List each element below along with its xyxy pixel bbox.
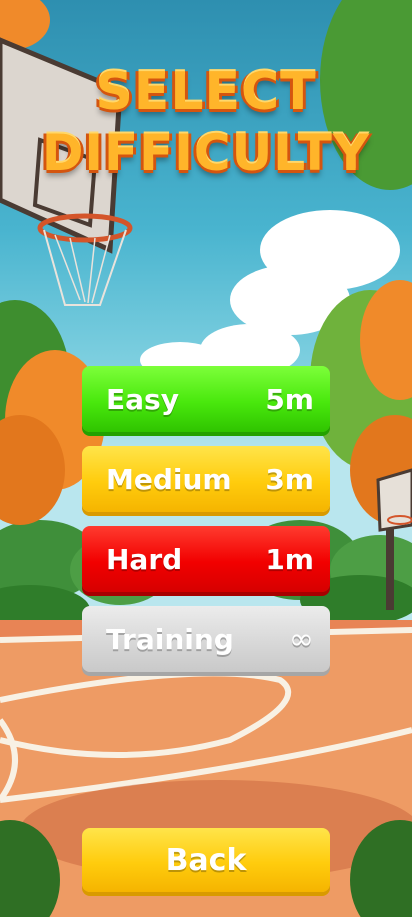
medium-label: Medium (106, 462, 232, 496)
hard-time: 1m (265, 542, 314, 576)
hard-button[interactable]: Hard 1m (82, 526, 330, 592)
training-button[interactable]: Training ∞ (82, 606, 330, 672)
medium-button[interactable]: Medium 3m (82, 446, 330, 512)
infinity-icon: ∞ (289, 621, 314, 657)
easy-button[interactable]: Easy 5m (82, 366, 330, 432)
game-screen: SELECT DIFFICULTY Easy 5m Medium 3m Hard… (0, 0, 412, 917)
medium-time: 3m (265, 462, 314, 496)
easy-label: Easy (106, 382, 179, 416)
title-line-2: DIFFICULTY (41, 124, 371, 182)
easy-time: 5m (265, 382, 314, 416)
hard-label: Hard (106, 542, 183, 576)
title-line-1: SELECT (95, 62, 317, 122)
back-button[interactable]: Back (82, 828, 330, 892)
training-label: Training (106, 622, 234, 656)
